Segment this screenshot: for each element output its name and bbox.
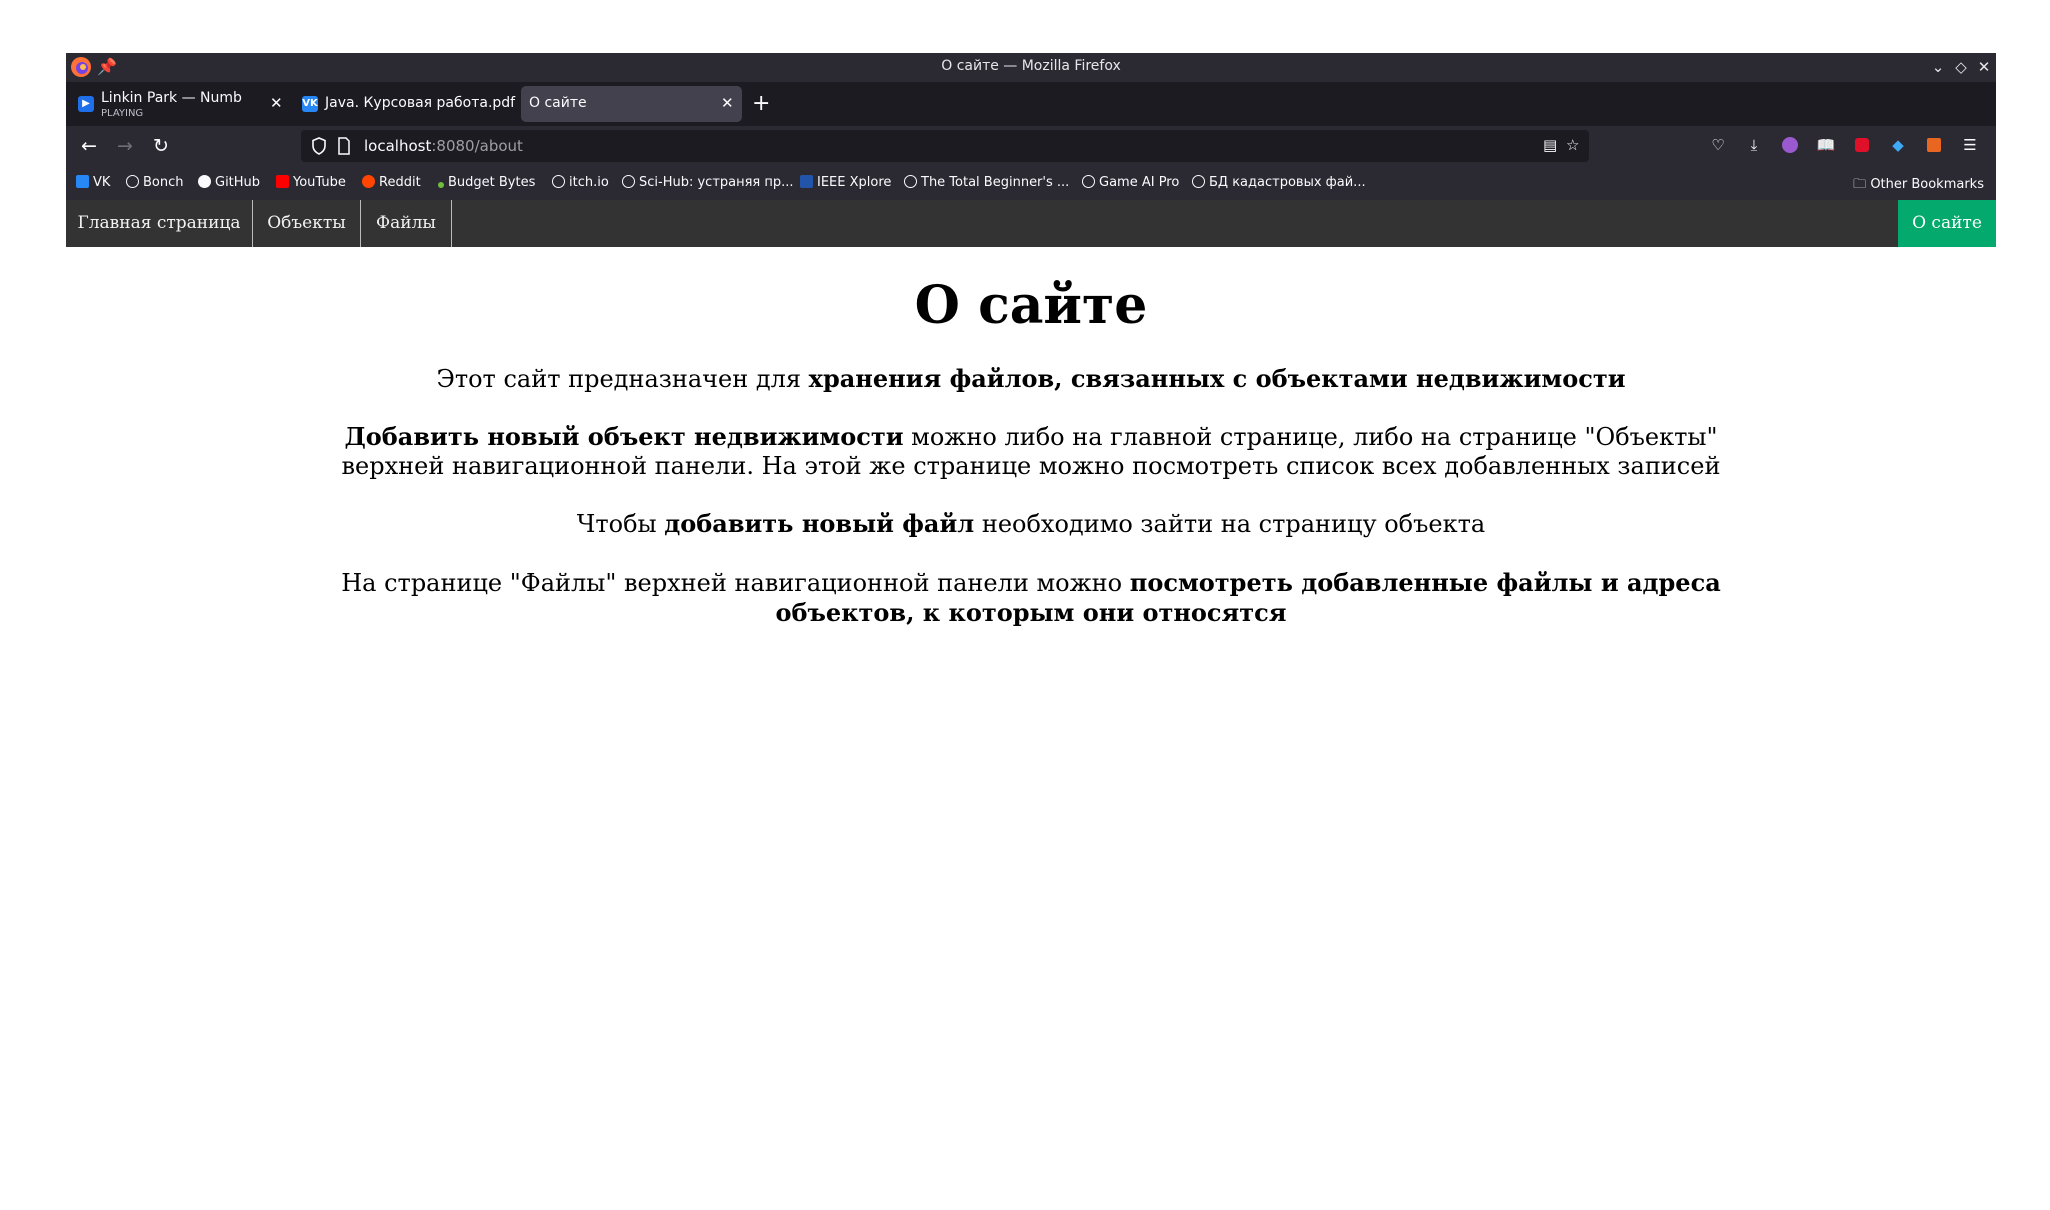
shield-icon[interactable] — [311, 137, 327, 155]
extension-red-icon[interactable] — [1852, 135, 1872, 155]
close-tab-icon[interactable]: ✕ — [721, 94, 734, 112]
globe-icon — [126, 175, 139, 188]
paragraph-add-object: Добавить новый объект недвижимости можно… — [341, 422, 1721, 480]
new-tab-icon[interactable]: + — [752, 91, 770, 116]
bookmark-youtube[interactable]: YouTube — [276, 175, 346, 190]
globe-icon — [1192, 175, 1205, 188]
bookmark-reddit[interactable]: Reddit — [362, 175, 421, 190]
url-bar[interactable]: localhost:8080/about ▤ ☆ — [301, 130, 1589, 162]
other-bookmarks[interactable]: 🗀 Other Bookmarks — [1853, 175, 1984, 197]
reload-icon[interactable]: ↻ — [148, 133, 174, 159]
reader-view-icon[interactable]: ▤ — [1543, 136, 1557, 154]
bookmark-itch[interactable]: itch.io — [552, 175, 609, 190]
extension-orange-icon[interactable] — [1924, 135, 1944, 155]
bookmark-scihub[interactable]: Sci-Hub: устраняя пр... — [622, 175, 794, 190]
paragraph-files-page: На странице "Файлы" верхней навигационно… — [341, 568, 1721, 627]
title-bar: 📌 О сайте — Mozilla Firefox ⌄ ◇ ✕ — [66, 53, 1996, 82]
bookmark-github[interactable]: GitHub — [198, 175, 260, 190]
tab-label: О сайте — [529, 95, 587, 111]
tab-label: Java. Курсовая работа.pdf — [325, 95, 516, 111]
folder-icon: 🗀 — [1853, 177, 1871, 192]
downloads-icon[interactable]: ⤓ — [1744, 135, 1764, 155]
tab-playing-label: PLAYING — [101, 108, 144, 119]
bookmark-star-icon[interactable]: ☆ — [1566, 136, 1579, 154]
globe-icon — [1082, 175, 1095, 188]
bookmark-vk[interactable]: VK — [76, 175, 110, 190]
library-icon[interactable]: 📖 — [1816, 135, 1836, 155]
menu-icon[interactable]: ☰ — [1960, 135, 1980, 155]
youtube-icon — [276, 175, 289, 188]
bookmark-bonch[interactable]: Bonch — [126, 175, 184, 190]
globe-icon — [904, 175, 917, 188]
back-icon[interactable]: ← — [76, 133, 102, 159]
globe-icon — [552, 175, 565, 188]
extension-gem-icon[interactable]: ◆ — [1888, 135, 1908, 155]
maximize-icon[interactable]: ◇ — [1951, 56, 1971, 78]
vk-icon — [76, 175, 89, 188]
tab-java-pdf[interactable]: VK Java. Курсовая работа.pdf ✕ — [294, 86, 734, 122]
bookmark-budget-bytes[interactable]: Budget Bytes — [438, 175, 535, 190]
page-icon[interactable] — [337, 137, 351, 155]
vk-icon: VK — [302, 96, 318, 112]
nav-bar: ← → ↻ localhost:8080/about ▤ ☆ ♡ ⤓ 📖 ◆ ☰ — [66, 126, 1996, 166]
tab-linkin-park[interactable]: ▶ Linkin Park — Numb PLAYING ✕ — [70, 86, 290, 122]
nav-files-link[interactable]: Файлы — [361, 200, 452, 247]
budget-bytes-icon — [438, 182, 444, 188]
bookmark-bd-kadastr[interactable]: БД кадастровых фай... — [1192, 175, 1366, 190]
bookmark-total-beginner[interactable]: The Total Beginner's ... — [904, 175, 1069, 190]
extension-purple-icon[interactable] — [1780, 135, 1800, 155]
reddit-icon — [362, 175, 375, 188]
media-play-icon: ▶ — [78, 96, 94, 112]
nav-about-link[interactable]: О сайте — [1898, 200, 1996, 247]
page-title: О сайте — [914, 275, 1148, 336]
minimize-icon[interactable]: ⌄ — [1928, 56, 1948, 78]
url-text[interactable]: localhost:8080/about — [364, 137, 523, 155]
bookmark-ieee[interactable]: IEEE Xplore — [800, 175, 891, 190]
pocket-icon[interactable]: ♡ — [1708, 135, 1728, 155]
github-icon — [198, 175, 211, 188]
globe-icon — [622, 175, 635, 188]
bookmark-game-ai-pro[interactable]: Game AI Pro — [1082, 175, 1179, 190]
window-title: О сайте — Mozilla Firefox — [941, 58, 1121, 74]
nav-objects-link[interactable]: Объекты — [253, 200, 361, 247]
tab-about[interactable]: О сайте ✕ — [521, 86, 742, 122]
nav-home-link[interactable]: Главная страница — [66, 200, 253, 247]
tab-strip: ▶ Linkin Park — Numb PLAYING ✕ VK Java. … — [66, 82, 1996, 126]
paragraph-add-file: Чтобы добавить новый файл необходимо зай… — [576, 509, 1486, 538]
browser-window: 📌 О сайте — Mozilla Firefox ⌄ ◇ ✕ ▶ Link… — [66, 53, 1996, 1210]
ieee-icon — [800, 175, 813, 188]
bookmarks-bar: VK Bonch GitHub YouTube Reddit Budget By… — [66, 166, 1996, 200]
paragraph-purpose: Этот сайт предназначен для хранения файл… — [436, 364, 1626, 393]
close-window-icon[interactable]: ✕ — [1974, 56, 1994, 78]
forward-icon[interactable]: → — [112, 133, 138, 159]
tab-label: Linkin Park — Numb — [101, 90, 242, 106]
close-tab-icon[interactable]: ✕ — [270, 94, 283, 112]
site-nav: Главная страница Объекты Файлы О сайте — [66, 200, 1996, 247]
